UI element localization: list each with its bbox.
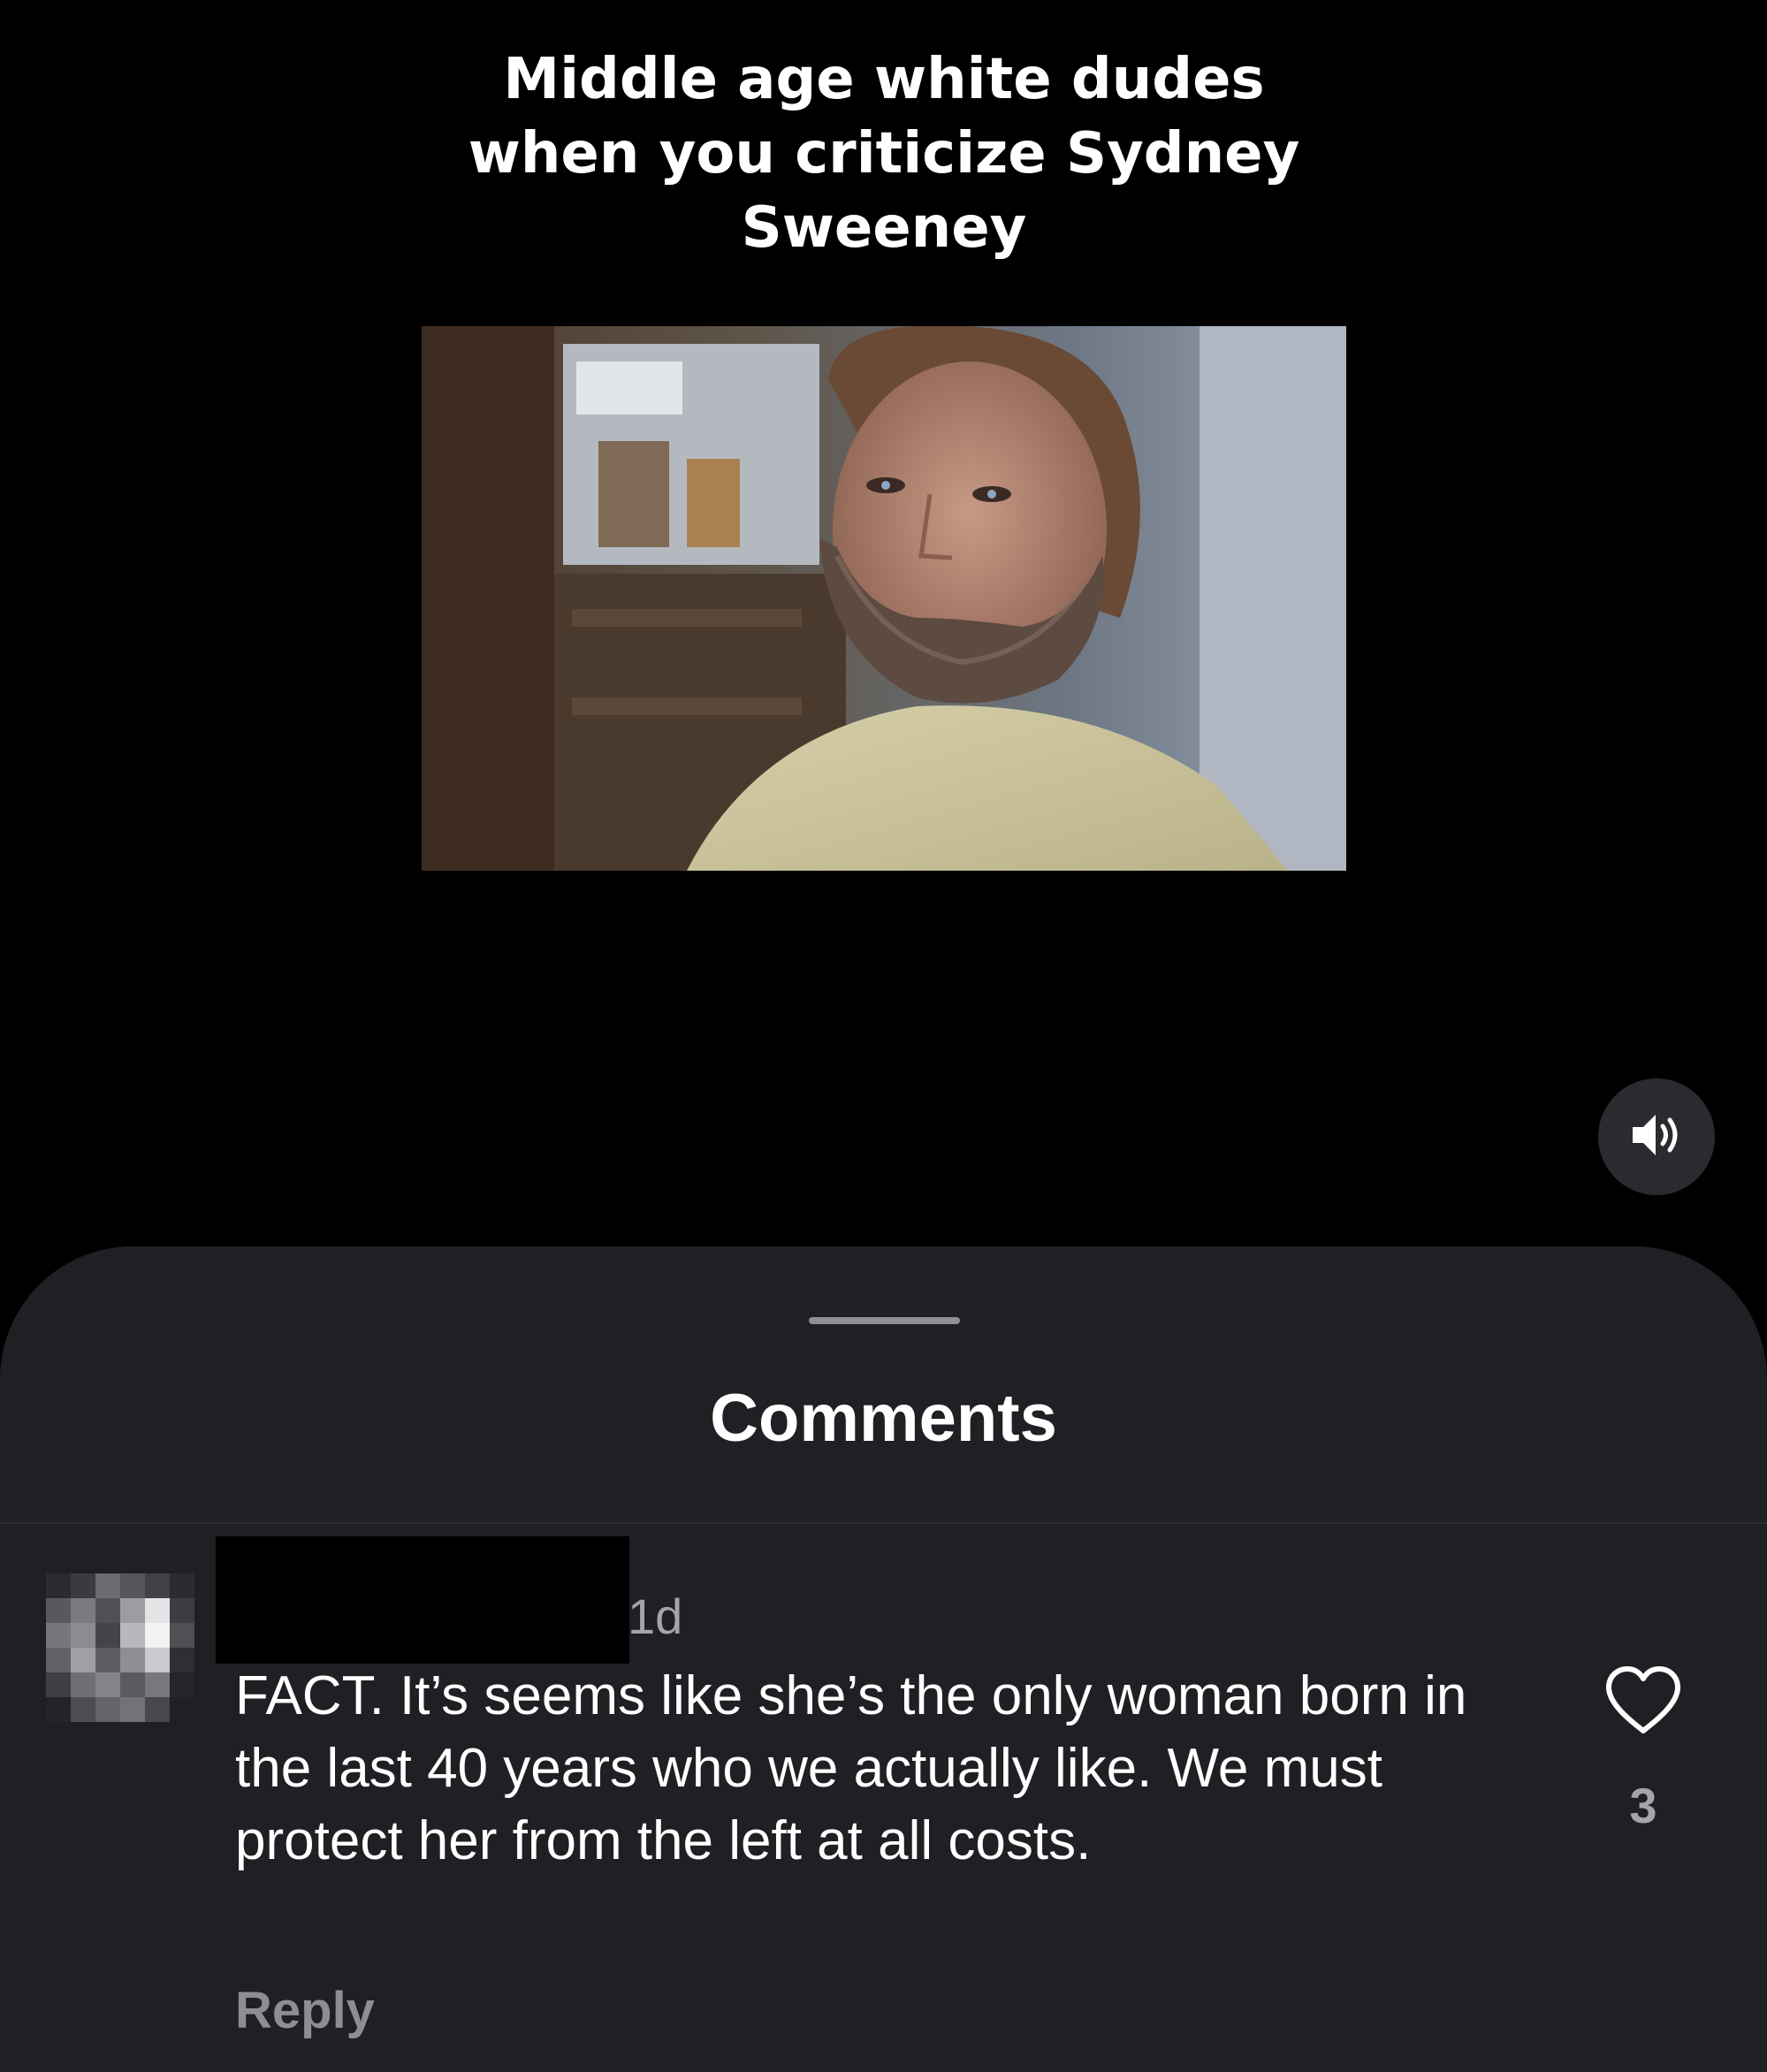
divider [0, 1522, 1767, 1524]
volume-button[interactable] [1598, 1078, 1715, 1195]
username-redacted[interactable] [216, 1536, 629, 1664]
comments-title: Comments [710, 1381, 1057, 1456]
avatar[interactable] [46, 1573, 194, 1722]
post-caption: Middle age white dudes when you criticiz… [468, 47, 1300, 261]
comment-timestamp: 1d [628, 1588, 683, 1644]
like-button[interactable] [1603, 1665, 1683, 1736]
movie-still-image [422, 326, 1346, 871]
comment-text: FACT. It’s seems like she’s the only wom… [235, 1665, 1467, 1871]
heart-icon [1603, 1666, 1683, 1740]
video-player[interactable]: Middle age white dudes when you criticiz… [0, 0, 1767, 1255]
reply-button[interactable]: Reply [235, 1980, 375, 2042]
comments-sheet[interactable]: Comments 1d FACT. It’s seems like she’s … [0, 1246, 1767, 2072]
sheet-grabber-handle[interactable] [809, 1317, 960, 1324]
like-count: 3 [1629, 1778, 1657, 1833]
speaker-volume-icon [1629, 1111, 1684, 1162]
